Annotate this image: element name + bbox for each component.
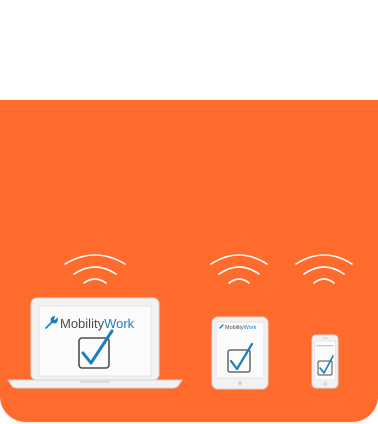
wifi-icon xyxy=(295,254,353,284)
wrench-icon xyxy=(45,315,58,329)
brand-name-part1: Mobility xyxy=(60,316,105,331)
phone-icon xyxy=(311,334,339,389)
wifi-icon xyxy=(210,254,268,284)
tablet-brand-logo: MobilityWork xyxy=(225,325,256,332)
wifi-icon xyxy=(64,254,126,284)
brand-name-part2: Work xyxy=(243,325,257,331)
brand-logo-text: MobilityWork xyxy=(60,316,134,332)
brand-name-part2: Work xyxy=(104,316,135,331)
brand-name-part1: Mobility xyxy=(225,325,244,331)
laptop-icon xyxy=(7,297,183,389)
